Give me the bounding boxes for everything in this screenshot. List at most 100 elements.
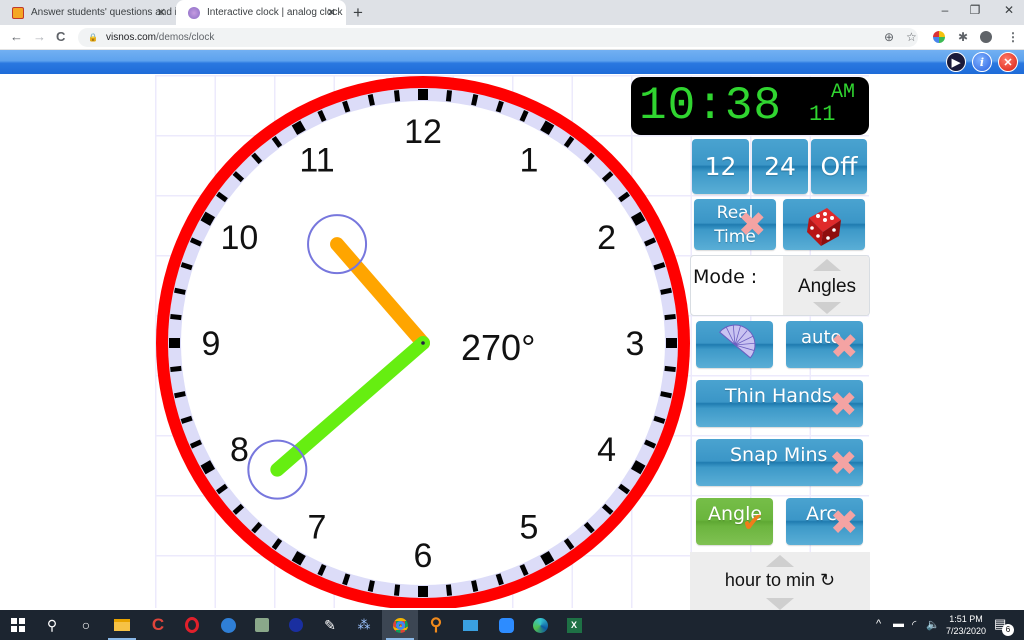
minute-tick <box>342 573 351 586</box>
angle-button[interactable]: Angle ✔ <box>696 498 773 545</box>
notifications-icon[interactable]: ▤ 6 <box>994 616 1014 636</box>
clock-number: 5 <box>520 509 539 547</box>
clock-number: 8 <box>230 431 249 469</box>
format-24-button[interactable]: 24 <box>752 139 808 194</box>
digital-display: 10:38 11 AM <box>631 77 869 135</box>
off-x-icon: ✖ <box>829 385 858 425</box>
minute-tick <box>471 580 479 592</box>
format-off-button[interactable]: Off <box>811 139 867 194</box>
snap-mins-button[interactable]: Snap Mins ✖ <box>696 439 863 486</box>
excel-icon[interactable]: X <box>556 610 592 640</box>
minute-tick <box>367 94 375 106</box>
protractor-button[interactable] <box>696 321 773 368</box>
protractor-icon <box>718 324 755 359</box>
task-view-icon[interactable]: ○ <box>68 610 104 640</box>
analog-clock[interactable]: 121234567891011 270° <box>0 0 1024 608</box>
feather-app-icon[interactable]: ✎ <box>312 610 348 640</box>
mail-icon[interactable] <box>210 610 246 640</box>
hour-tick <box>630 460 646 475</box>
minute-tick <box>664 365 676 373</box>
angle-direction-selector[interactable]: hour to min ↻ <box>690 552 870 610</box>
thin-hands-button[interactable]: Thin Hands ✖ <box>696 380 863 427</box>
ccleaner-icon[interactable]: C <box>140 610 176 640</box>
dots-app-icon[interactable]: ⁂ <box>346 610 382 640</box>
minute-tick <box>471 94 479 106</box>
clock-number: 1 <box>520 141 539 179</box>
minute-tick <box>367 580 375 592</box>
search-icon[interactable]: ⚲ <box>34 610 70 640</box>
off-x-icon: ✖ <box>830 327 859 367</box>
minute-tick <box>445 90 453 102</box>
on-check-icon: ✔ <box>742 508 764 538</box>
start-icon[interactable] <box>0 610 36 640</box>
mode-up-arrow-icon[interactable] <box>813 259 841 271</box>
minute-tick <box>342 100 351 113</box>
dice-icon <box>807 207 841 246</box>
angle-readout: 270° <box>461 327 535 368</box>
minute-tick <box>495 573 504 586</box>
clock-number: 10 <box>220 219 258 257</box>
system-clock[interactable]: 1:51 PM 7/23/2020 <box>936 613 996 637</box>
tiles-app-icon[interactable] <box>452 610 488 640</box>
file-explorer-icon[interactable] <box>104 610 140 640</box>
minute-tick <box>393 584 401 596</box>
notification-count: 6 <box>1002 624 1014 636</box>
minute-tick <box>393 90 401 102</box>
minute-tick <box>660 391 672 399</box>
opera-icon[interactable] <box>174 610 210 640</box>
wifi-icon[interactable]: ◜ <box>912 618 916 631</box>
off-x-icon: ✖ <box>830 503 859 543</box>
system-date: 7/23/2020 <box>945 626 987 636</box>
minute-tick <box>170 365 182 373</box>
hour-tick <box>540 120 555 136</box>
auto-button[interactable]: auto ✖ <box>786 321 863 368</box>
shield-app-icon[interactable] <box>244 610 280 640</box>
show-hidden-icons[interactable]: ^ <box>876 618 881 630</box>
clock-number: 7 <box>308 509 327 547</box>
search-orange-icon[interactable]: ⚲ <box>418 610 454 640</box>
clock-pivot <box>421 341 425 345</box>
minute-tick <box>664 313 676 321</box>
minute-tick <box>170 313 182 321</box>
minute-tick <box>495 100 504 113</box>
clock-number: 6 <box>414 537 433 575</box>
minute-tick <box>180 262 193 271</box>
direction-down-arrow-icon[interactable] <box>766 598 794 610</box>
mode-value-spinner[interactable]: Angles <box>783 256 869 315</box>
off-x-icon: ✖ <box>829 444 858 484</box>
mode-down-arrow-icon[interactable] <box>813 302 841 314</box>
digital-seconds: 11 <box>809 102 836 127</box>
hour-tick <box>540 550 555 566</box>
blue-app-icon[interactable] <box>278 610 314 640</box>
off-x-icon: ✖ <box>738 205 767 245</box>
clock-number: 2 <box>597 219 616 257</box>
mode-value: Angles <box>797 276 857 297</box>
format-12-button[interactable]: 12 <box>692 139 749 194</box>
mode-selector[interactable]: Mode : Angles <box>690 255 870 316</box>
clock-number: 12 <box>404 113 442 151</box>
windows-taskbar: ⚲ ○ C ✎ ⁂ ⚲ X ^ ▬ ◜ 🔈 1:51 PM 7/23/2020 … <box>0 610 1024 640</box>
hour-tick <box>200 460 216 475</box>
random-time-button[interactable] <box>783 199 865 250</box>
clock-number: 9 <box>202 325 221 363</box>
hour-tick <box>291 550 306 566</box>
arc-button[interactable]: Arc ✖ <box>786 498 863 545</box>
direction-value: hour to min ↻ <box>724 570 836 590</box>
clock-number: 3 <box>626 325 645 363</box>
hour-tick <box>630 211 646 226</box>
direction-up-arrow-icon[interactable] <box>766 555 794 567</box>
clock-number: 11 <box>299 141 334 179</box>
minute-tick <box>660 287 672 295</box>
hour-tick <box>200 211 216 226</box>
minute-tick <box>180 415 193 424</box>
hour-tick <box>291 120 306 136</box>
minute-tick <box>174 287 186 295</box>
edge-icon[interactable] <box>522 610 558 640</box>
real-time-button[interactable]: Real Time ✖ <box>694 199 776 250</box>
minute-tick <box>445 584 453 596</box>
clock-number: 4 <box>597 431 616 469</box>
chrome-icon[interactable] <box>382 610 418 640</box>
zoom-icon[interactable] <box>488 610 524 640</box>
battery-icon[interactable]: ▬ <box>893 618 904 630</box>
minute-tick <box>653 415 666 424</box>
